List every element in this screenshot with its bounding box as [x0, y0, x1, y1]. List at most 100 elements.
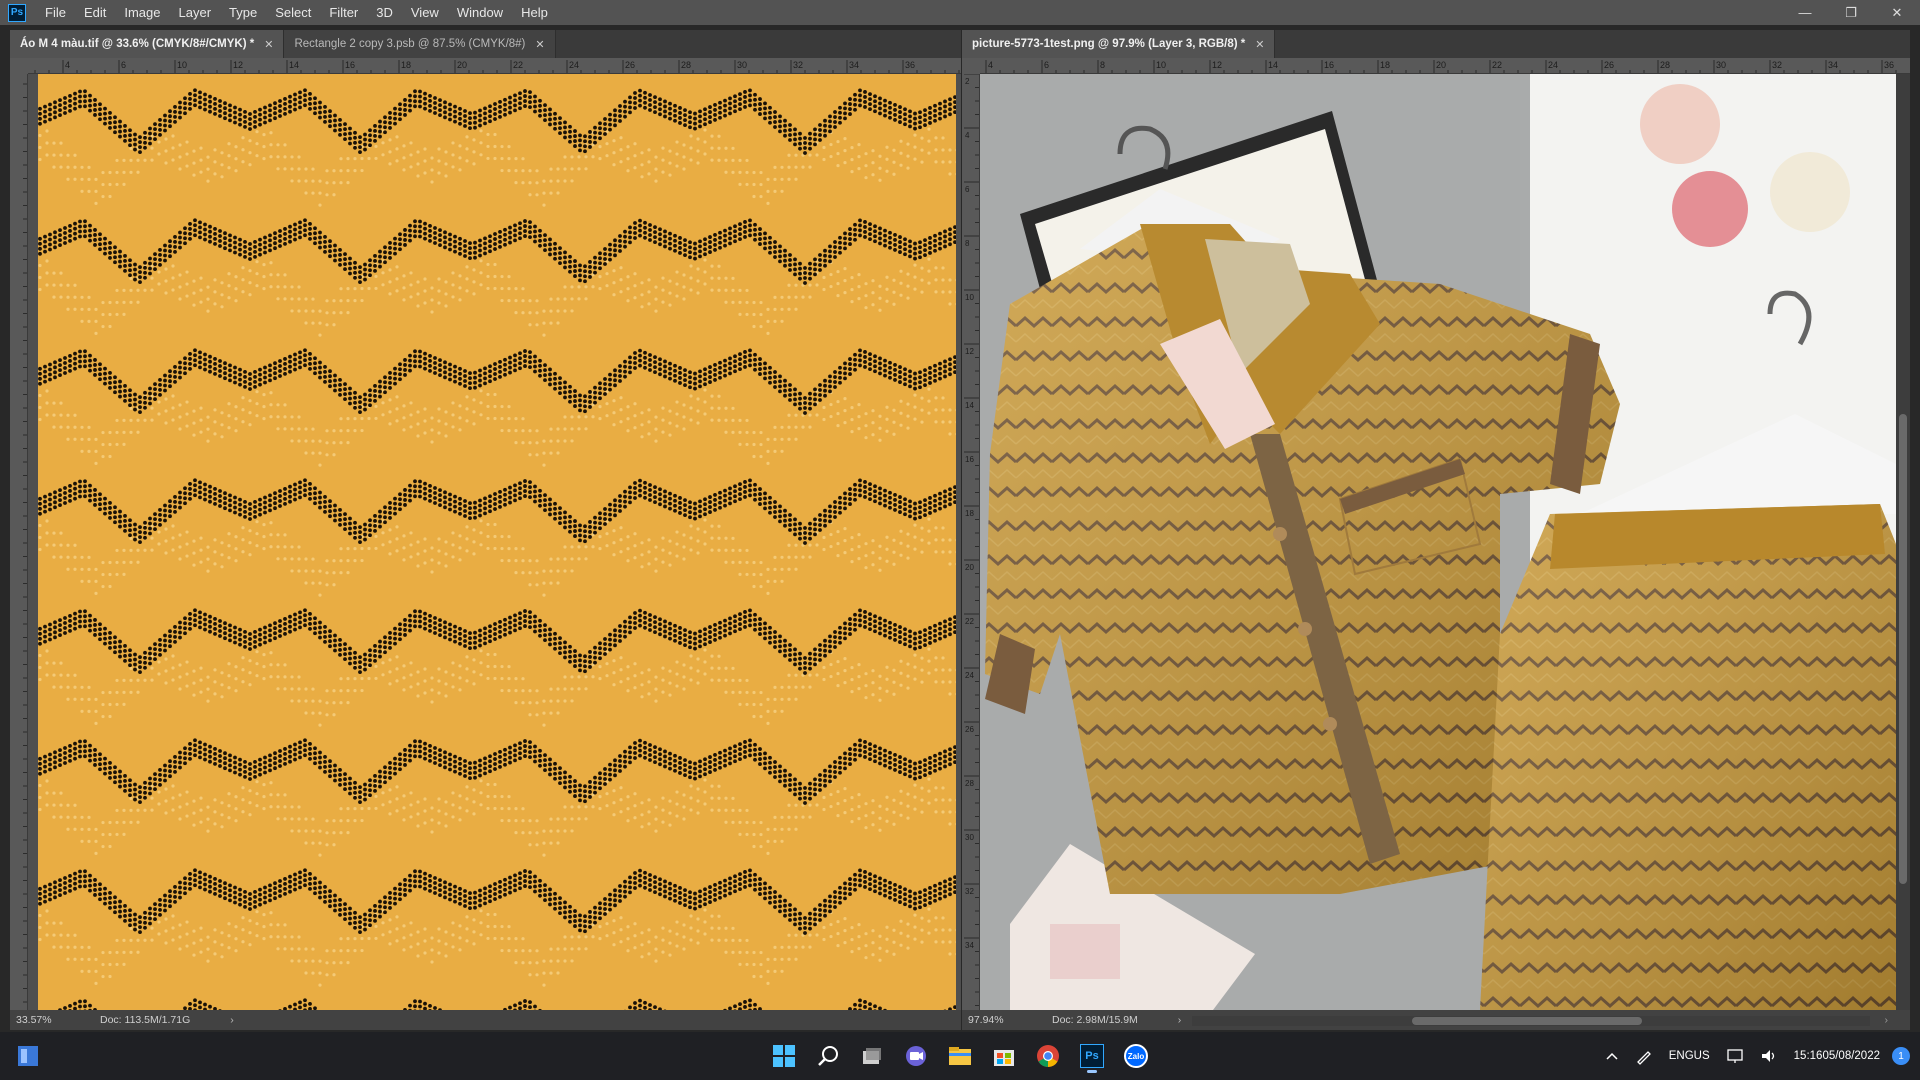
ruler-ticks [23, 83, 27, 1003]
search-icon[interactable] [810, 1038, 846, 1074]
zoom-level[interactable]: 33.57% [10, 1014, 80, 1026]
ruler-ticks: 4 6 10 12 14 16 18 20 22 24 26 28 30 32 34 36 [34, 60, 960, 73]
close-button[interactable]: ✕ [1874, 0, 1920, 25]
close-icon[interactable]: ✕ [535, 38, 544, 51]
ruler-tick-label: 28 [681, 60, 691, 70]
ruler-tick-label: 6 [965, 185, 970, 194]
language-label: ENG [1668, 1050, 1694, 1062]
menu-window[interactable]: Window [448, 0, 512, 25]
time: 15:16 [1793, 1050, 1823, 1062]
chevron-up-icon[interactable] [1597, 1051, 1627, 1061]
start-icon[interactable] [766, 1038, 802, 1074]
teams-icon[interactable] [898, 1038, 934, 1074]
tab-rectangle-2-copy-3[interactable]: Rectangle 2 copy 3.psb @ 87.5% (CMYK/8#)… [284, 30, 556, 58]
document-panel-right: picture-5773-1test.png @ 97.9% (Layer 3,… [962, 30, 1910, 1030]
photoshop-icon[interactable]: Ps [1074, 1038, 1110, 1074]
scroll-thumb[interactable] [1412, 1017, 1642, 1025]
ruler-tick-label: 16 [1324, 60, 1334, 70]
menu-3d[interactable]: 3D [367, 0, 402, 25]
ruler-tick-label: 10 [177, 60, 187, 70]
menu-type[interactable]: Type [220, 0, 266, 25]
menu-image[interactable]: Image [115, 0, 169, 25]
pajama-photo[interactable] [980, 74, 1896, 1010]
ruler-tick-label: 24 [569, 60, 579, 70]
ruler-tick-label: 26 [965, 725, 974, 734]
system-tray: ENG US 15:16 05/08/2022 1 [1597, 1032, 1920, 1080]
tab-picture-5773-1test[interactable]: picture-5773-1test.png @ 97.9% (Layer 3,… [962, 30, 1276, 58]
ruler-tick-label: 14 [1268, 60, 1278, 70]
ruler-tick-label: 2 [965, 77, 970, 86]
ruler-tick-label: 24 [965, 671, 974, 680]
ruler-tick-label: 10 [965, 293, 974, 302]
menu-select[interactable]: Select [266, 0, 320, 25]
ruler-tick-label: 16 [965, 455, 974, 464]
scroll-thumb[interactable] [1899, 414, 1907, 884]
minimize-button[interactable]: — [1782, 0, 1828, 25]
volume-icon[interactable] [1752, 1048, 1786, 1064]
tab-ao-m-4-mau[interactable]: Áo M 4 màu.tif @ 33.6% (CMYK/8#/CMYK) * … [10, 30, 285, 58]
tab-label: picture-5773-1test.png @ 97.9% (Layer 3,… [972, 38, 1246, 50]
canvas-area[interactable] [28, 74, 961, 1010]
ruler-tick-label: 6 [1044, 60, 1049, 70]
menu-filter[interactable]: Filter [320, 0, 367, 25]
ruler-tick-label: 18 [1380, 60, 1390, 70]
ruler-tick-label: 12 [1212, 60, 1222, 70]
workspace: Áo M 4 màu.tif @ 33.6% (CMYK/8#/CMYK) * … [0, 25, 1920, 1032]
restore-button[interactable]: ❐ [1828, 0, 1874, 25]
canvas-area[interactable] [980, 74, 1896, 1010]
ruler-vertical: 2 4 6 8 10 12 14 16 18 20 22 24 26 28 30 32 34 [962, 74, 980, 1010]
store-icon[interactable] [986, 1038, 1022, 1074]
menu-view[interactable]: View [402, 0, 448, 25]
document-canvas[interactable] [38, 74, 956, 1010]
pen-icon[interactable] [1627, 1047, 1661, 1065]
ruler-tick-label: 4 [65, 60, 70, 70]
menu-edit[interactable]: Edit [75, 0, 115, 25]
ruler-tick-label: 12 [233, 60, 243, 70]
shirt-button [1298, 622, 1312, 636]
zigzag-pattern-canvas[interactable] [28, 74, 961, 1010]
vertical-scrollbar[interactable] [1896, 74, 1910, 1010]
photoshop-logo-icon: Ps [8, 3, 26, 22]
date: 05/08/2022 [1822, 1050, 1880, 1062]
network-icon[interactable] [1718, 1048, 1752, 1064]
scroll-right-icon[interactable]: › [1885, 1014, 1889, 1026]
document-panel-left: Áo M 4 màu.tif @ 33.6% (CMYK/8#/CMYK) * … [10, 30, 961, 1030]
status-bar: 97.94% Doc: 2.98M/15.9M › ‹ › [962, 1010, 1910, 1030]
ruler-tick-label: 4 [988, 60, 993, 70]
ruler-tick-label: 28 [965, 779, 974, 788]
document-tabbar: Áo M 4 màu.tif @ 33.6% (CMYK/8#/CMYK) * … [10, 30, 961, 58]
zoom-level[interactable]: 97.94% [962, 1014, 1032, 1026]
notification-badge[interactable]: 1 [1892, 1047, 1910, 1065]
menu-layer[interactable]: Layer [170, 0, 221, 25]
zalo-label: Zalo [1124, 1044, 1148, 1068]
region-label: US [1693, 1050, 1710, 1062]
zalo-icon[interactable]: Zalo [1118, 1038, 1154, 1074]
ruler-ticks: 4 6 8 10 12 14 16 18 20 22 24 26 28 30 32 34 36 [985, 60, 1897, 73]
ruler-tick-label: 22 [513, 60, 523, 70]
taskbar: Ps Zalo ENG US 15:16 05/08/2022 1 [0, 1032, 1920, 1080]
show-desktop-icon[interactable] [10, 1038, 46, 1074]
close-icon[interactable]: ✕ [1255, 38, 1264, 51]
horizontal-scrollbar[interactable] [1192, 1016, 1870, 1026]
status-menu-arrow-icon[interactable]: › [1178, 1014, 1182, 1026]
file-explorer-icon[interactable] [942, 1038, 978, 1074]
ruler-tick-label: 6 [121, 60, 126, 70]
document-tabbar: picture-5773-1test.png @ 97.9% (Layer 3,… [962, 30, 1910, 58]
close-icon[interactable]: ✕ [264, 38, 273, 51]
clock[interactable]: 15:16 05/08/2022 [1786, 1048, 1892, 1064]
ruler-tick-label: 28 [1660, 60, 1670, 70]
doc-size: Doc: 113.5M/1.71G [100, 1014, 191, 1026]
ruler-tick-label: 20 [965, 563, 974, 572]
photoshop-label: Ps [1080, 1044, 1104, 1068]
menu-file[interactable]: File [36, 0, 75, 25]
menu-help[interactable]: Help [512, 0, 557, 25]
ruler-tick-label: 30 [965, 833, 974, 842]
task-view-icon[interactable] [854, 1038, 890, 1074]
tab-label: Áo M 4 màu.tif @ 33.6% (CMYK/8#/CMYK) * [20, 38, 255, 50]
pompom-flower [1770, 152, 1850, 232]
ruler-tick-label: 20 [1436, 60, 1446, 70]
ruler-tick-label: 26 [1604, 60, 1614, 70]
status-menu-arrow-icon[interactable]: › [230, 1014, 234, 1026]
chrome-icon[interactable] [1030, 1038, 1066, 1074]
language-indicator[interactable]: ENG US [1661, 1049, 1718, 1063]
